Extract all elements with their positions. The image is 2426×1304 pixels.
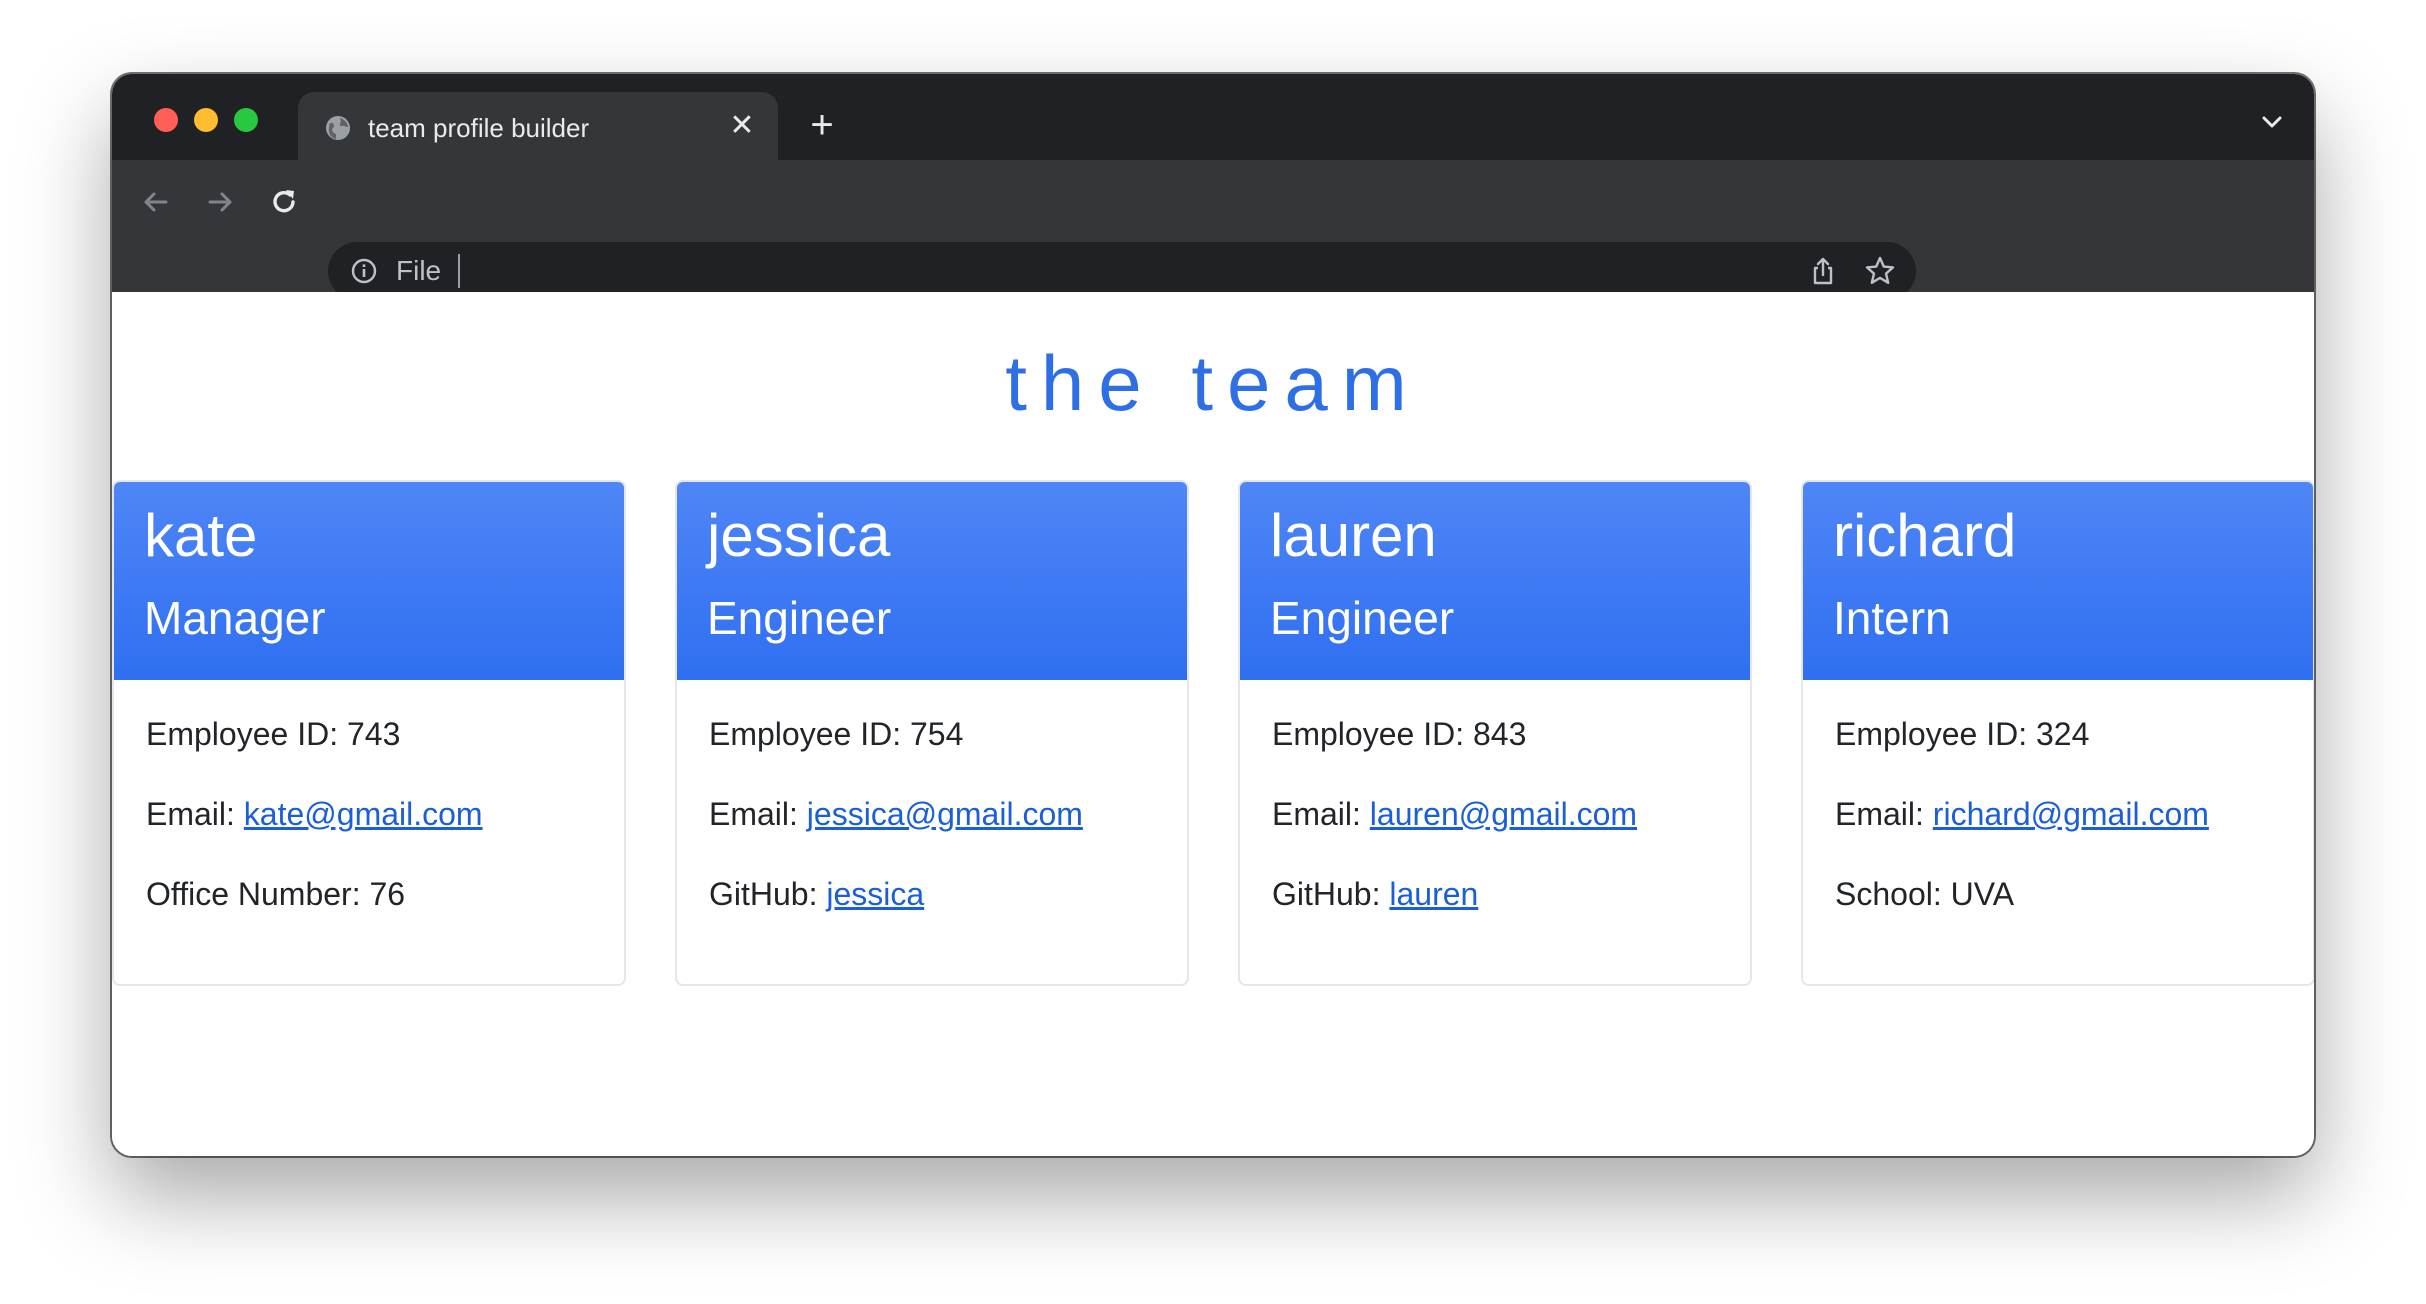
card-header: kate Manager (114, 482, 624, 680)
employee-role: Engineer (1270, 592, 1455, 644)
team-cards: kate Manager Employee ID: 743 Email: kat… (112, 480, 2314, 990)
chevron-down-icon[interactable] (2258, 110, 2286, 134)
github-label: GitHub: (1272, 876, 1390, 912)
employee-email-row: Email: jessica@gmail.com (709, 794, 1083, 874)
employee-id: Employee ID: 843 (1272, 716, 1527, 752)
email-label: Email: (1835, 796, 1933, 832)
new-tab-button[interactable]: + (802, 105, 842, 146)
card-body: Employee ID: 743 Email: kate@gmail.com O… (146, 714, 483, 954)
forward-arrow-icon[interactable] (200, 182, 240, 222)
employee-email-row: Email: lauren@gmail.com (1272, 794, 1637, 874)
card-body: Employee ID: 324 Email: richard@gmail.co… (1835, 714, 2209, 954)
github-row: GitHub: lauren (1272, 874, 1637, 954)
school: School: UVA (1835, 876, 2015, 912)
employee-name: lauren (1270, 502, 1437, 569)
email-link[interactable]: kate@gmail.com (244, 796, 483, 832)
close-window-button[interactable] (154, 108, 178, 132)
card-header: lauren Engineer (1240, 482, 1750, 680)
tab-title: team profile builder (368, 113, 590, 143)
employee-role: Intern (1833, 592, 1951, 644)
github-label: GitHub: (709, 876, 827, 912)
email-link[interactable]: lauren@gmail.com (1370, 796, 1637, 832)
share-icon[interactable] (1808, 256, 1838, 286)
minimize-window-button[interactable] (194, 108, 218, 132)
tab-team-profile-builder[interactable]: team profile builder ✕ (298, 92, 778, 160)
card-header: richard Intern (1803, 482, 2313, 680)
employee-name: richard (1833, 502, 2017, 569)
employee-role: Manager (144, 592, 326, 644)
close-tab-icon[interactable]: ✕ (726, 110, 758, 142)
reload-icon[interactable] (264, 182, 304, 222)
card-header: jessica Engineer (677, 482, 1187, 680)
card-body: Employee ID: 754 Email: jessica@gmail.co… (709, 714, 1083, 954)
github-link[interactable]: jessica (826, 876, 924, 912)
info-icon[interactable] (350, 257, 378, 285)
office-number: Office Number: 76 (146, 876, 406, 912)
employee-card: jessica Engineer Employee ID: 754 Email:… (675, 480, 1189, 986)
employee-email-row: Email: richard@gmail.com (1835, 794, 2209, 874)
bookmark-star-icon[interactable] (1864, 255, 1896, 287)
address-text: File (396, 255, 442, 286)
page-content: the team kate Manager Employee ID: 743 E… (112, 292, 2314, 1156)
employee-role: Engineer (707, 592, 892, 644)
employee-name: jessica (707, 502, 891, 569)
email-link[interactable]: richard@gmail.com (1933, 796, 2209, 832)
employee-id: Employee ID: 754 (709, 716, 964, 752)
tab-strip: team profile builder ✕ + (112, 74, 2314, 160)
page-title: the team (1005, 339, 1421, 427)
email-label: Email: (1272, 796, 1370, 832)
employee-email-row: Email: kate@gmail.com (146, 794, 483, 874)
github-row: GitHub: jessica (709, 874, 1083, 954)
email-label: Email: (146, 796, 244, 832)
email-label: Email: (709, 796, 807, 832)
employee-card: richard Intern Employee ID: 324 Email: r… (1801, 480, 2314, 986)
card-body: Employee ID: 843 Email: lauren@gmail.com… (1272, 714, 1637, 954)
globe-icon (326, 116, 350, 140)
email-link[interactable]: jessica@gmail.com (807, 796, 1083, 832)
employee-card: kate Manager Employee ID: 743 Email: kat… (112, 480, 626, 986)
employee-id: Employee ID: 324 (1835, 716, 2090, 752)
zoom-window-button[interactable] (234, 108, 258, 132)
github-link[interactable]: lauren (1389, 876, 1478, 912)
employee-name: kate (144, 502, 258, 569)
employee-id: Employee ID: 743 (146, 716, 401, 752)
back-arrow-icon[interactable] (136, 182, 176, 222)
employee-card: lauren Engineer Employee ID: 843 Email: … (1238, 480, 1752, 986)
text-caret (458, 254, 460, 288)
browser-window: team profile builder ✕ + File the team k… (112, 74, 2314, 1156)
